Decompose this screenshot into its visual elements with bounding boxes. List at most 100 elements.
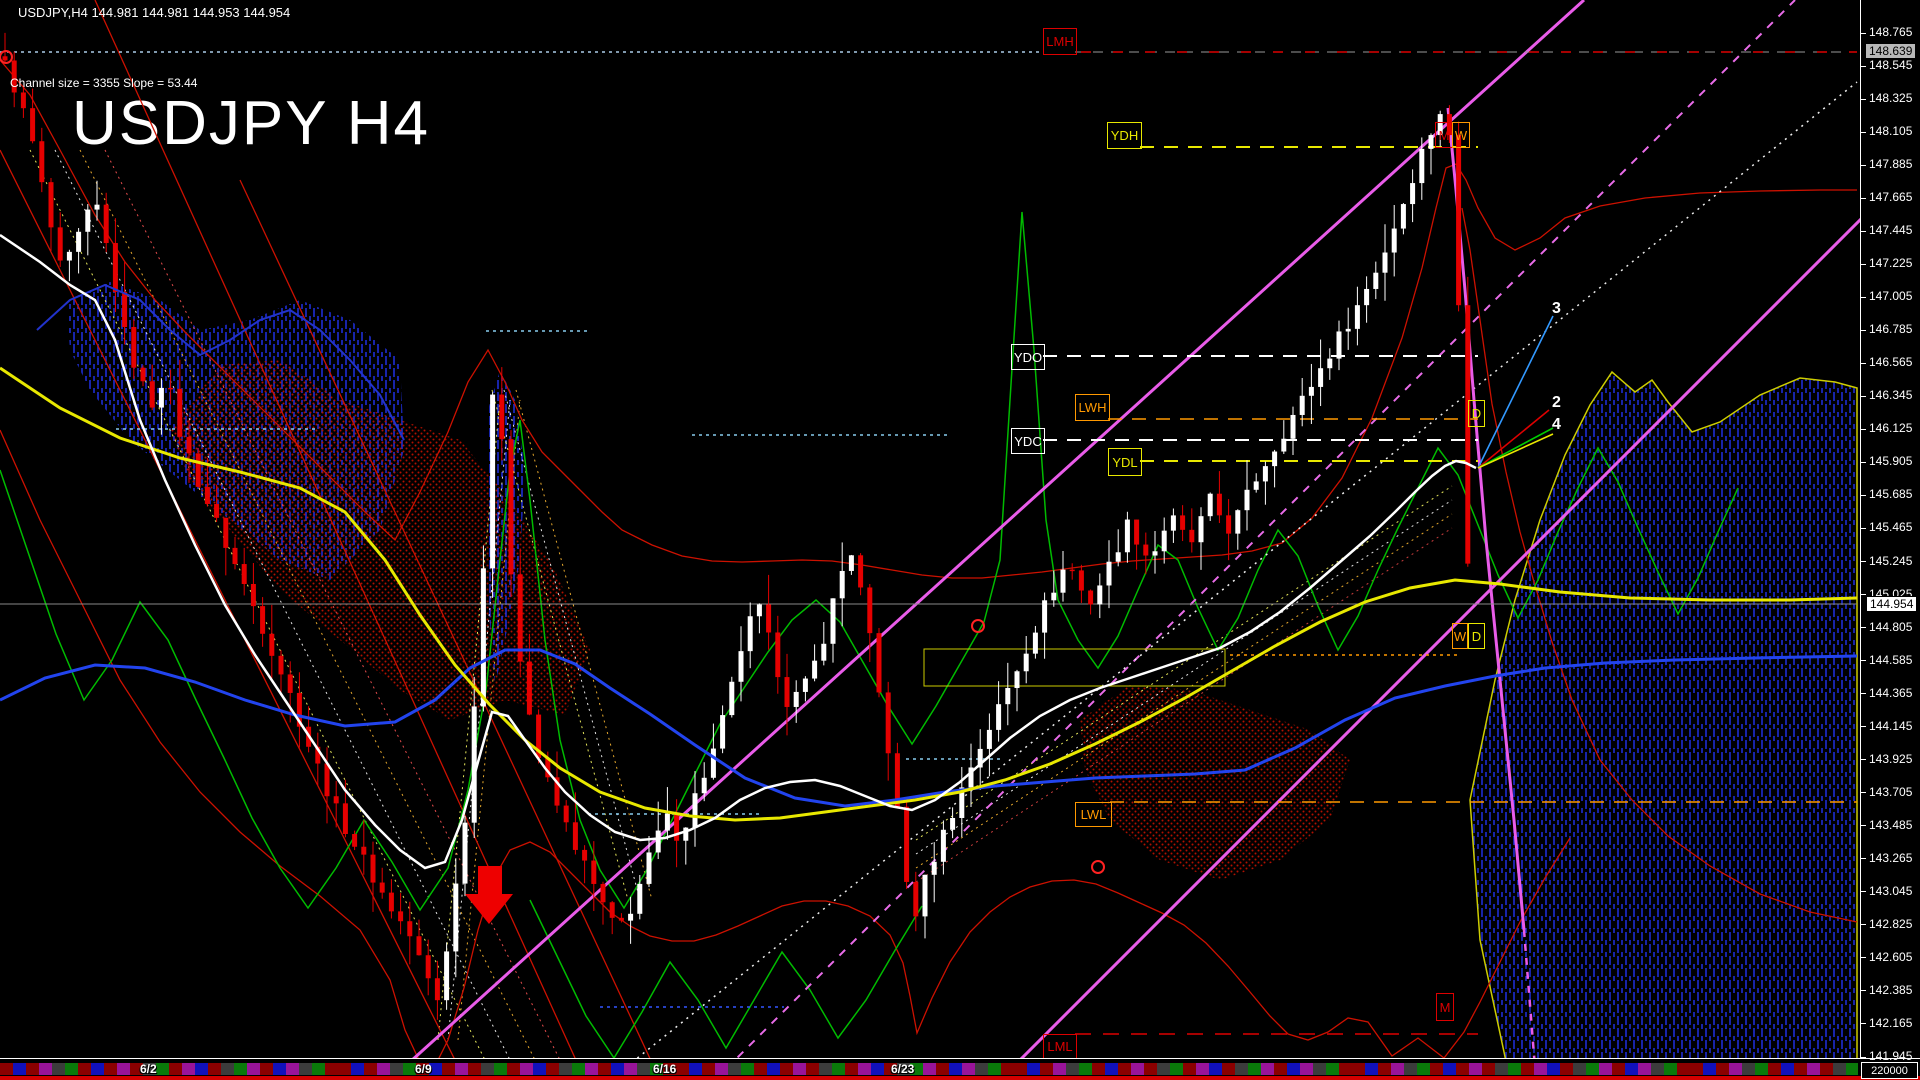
candle-body	[1327, 359, 1332, 369]
candle-body	[214, 504, 219, 518]
y-axis-tick	[1861, 957, 1866, 958]
current-price-tag: 144.954	[1866, 596, 1917, 612]
level-box-ydc[interactable]: YDC	[1011, 428, 1045, 454]
session-block	[169, 1063, 182, 1075]
level-box-lml[interactable]: LML	[1043, 1034, 1077, 1059]
session-block	[1391, 1063, 1404, 1075]
projection-line-2[interactable]	[1478, 410, 1549, 468]
candle-body	[1465, 305, 1470, 563]
y-axis-tick-label: 148.325	[1869, 91, 1912, 105]
session-block	[195, 1063, 208, 1075]
marker-d-low[interactable]: D	[1468, 623, 1485, 649]
y-axis-tick-label: 142.605	[1869, 950, 1912, 964]
candle-body	[527, 662, 532, 715]
candle-body	[794, 692, 799, 707]
session-block	[936, 1063, 949, 1075]
candle-body	[821, 644, 826, 661]
candle-body	[509, 439, 514, 574]
y-axis-tick-label: 143.045	[1869, 884, 1912, 898]
y-axis-tick-label: 148.545	[1869, 58, 1912, 72]
marker-d-mid[interactable]: D	[1468, 400, 1485, 427]
session-block	[1274, 1063, 1287, 1075]
candle-body	[472, 706, 477, 822]
candle-body	[269, 634, 274, 656]
projection-line-4[interactable]	[1478, 428, 1553, 468]
y-axis-tick-label: 147.445	[1869, 223, 1912, 237]
candle-body	[325, 764, 330, 797]
candle-body	[591, 861, 596, 884]
magenta-channel-a[interactable]	[390, 0, 1584, 1058]
candle-body	[352, 834, 357, 847]
y-axis-tick-label: 145.465	[1869, 520, 1912, 534]
maroon-cloud-mid	[1080, 685, 1350, 880]
candle-body	[150, 381, 155, 407]
level-box-lwl[interactable]: LWL	[1075, 802, 1112, 827]
session-block	[1651, 1063, 1664, 1075]
marker-w-top[interactable]: W	[1452, 122, 1470, 148]
y-axis-tick-label: 147.665	[1869, 190, 1912, 204]
projection-line-3[interactable]	[1478, 316, 1553, 468]
candle-body	[1061, 570, 1066, 593]
session-block	[832, 1063, 845, 1075]
marker-w-low[interactable]: W	[1452, 623, 1468, 649]
candle-body	[573, 822, 578, 850]
candle-body	[177, 389, 182, 437]
y-axis-tick-label: 145.245	[1869, 554, 1912, 568]
marker-m-top[interactable]: M	[1435, 122, 1453, 148]
session-block	[871, 1063, 884, 1075]
candle-body	[1125, 520, 1130, 553]
session-block	[559, 1063, 572, 1075]
candle-body	[1051, 593, 1056, 601]
session-block	[819, 1063, 832, 1075]
candle-body	[398, 911, 403, 921]
sell-arrow[interactable]	[465, 866, 513, 924]
session-block	[1040, 1063, 1053, 1075]
y-axis-tick-label: 142.825	[1869, 917, 1912, 931]
candle-body	[1162, 531, 1167, 552]
price-chart-canvas[interactable]	[0, 0, 1860, 1063]
candle-body	[711, 749, 716, 778]
level-box-ydh[interactable]: YDH	[1107, 122, 1142, 149]
candle-body	[1024, 654, 1029, 672]
session-block	[1261, 1063, 1274, 1075]
candle-body	[1134, 520, 1139, 545]
marker-m-bottom[interactable]: M	[1436, 993, 1454, 1021]
session-block	[1781, 1063, 1794, 1075]
session-block	[611, 1063, 624, 1075]
session-block	[1612, 1063, 1625, 1075]
session-block	[455, 1063, 468, 1075]
symbol-ohlc-header: USDJPY,H4 144.981 144.981 144.953 144.95…	[18, 5, 290, 20]
session-block	[117, 1063, 130, 1075]
candle-body	[877, 633, 882, 692]
y-axis-tick-label: 146.785	[1869, 322, 1912, 336]
session-block	[299, 1063, 312, 1075]
candle-body	[1143, 545, 1148, 556]
candle-body	[1042, 600, 1047, 632]
candle-body	[1337, 331, 1342, 358]
candle-body	[858, 555, 863, 587]
session-block	[793, 1063, 806, 1075]
y-axis-tick-label: 141.945	[1869, 1049, 1912, 1063]
candle-body	[168, 388, 173, 390]
candle-body	[1005, 688, 1010, 704]
candle-body	[693, 793, 698, 827]
session-block	[1729, 1063, 1742, 1075]
candle-body	[932, 862, 937, 875]
session-block	[1690, 1063, 1703, 1075]
candle-body	[766, 604, 771, 632]
session-block	[949, 1063, 962, 1075]
session-block	[1209, 1063, 1222, 1075]
level-box-lmh[interactable]: LMH	[1043, 28, 1077, 55]
session-block	[754, 1063, 767, 1075]
session-block	[1469, 1063, 1482, 1075]
level-box-ydl[interactable]: YDL	[1108, 448, 1142, 476]
projection-line-y[interactable]	[1478, 434, 1553, 468]
y-axis-tick	[1861, 165, 1866, 166]
session-block	[689, 1063, 702, 1075]
session-block	[208, 1063, 221, 1075]
level-box-ydo[interactable]: YDO	[1011, 344, 1045, 370]
candle-body	[1217, 494, 1222, 516]
level-box-lwh[interactable]: LWH	[1075, 394, 1110, 421]
x-axis-date-label: 6/2	[140, 1062, 157, 1076]
price-axis[interactable]: 148.765148.545148.325148.105147.885147.6…	[1860, 0, 1920, 1058]
